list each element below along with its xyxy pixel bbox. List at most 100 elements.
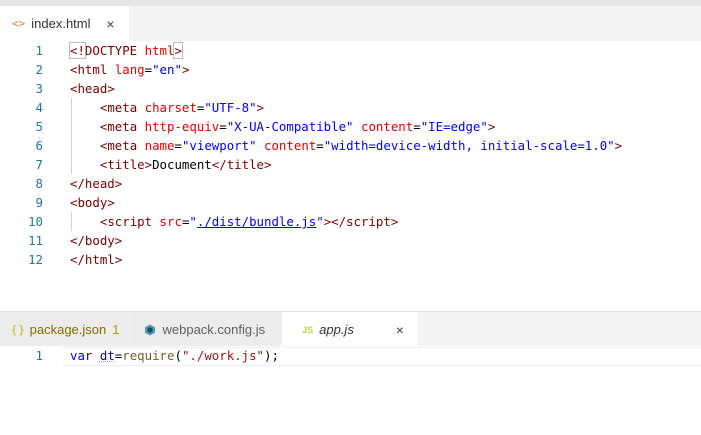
code-token: "viewport" <box>181 138 257 153</box>
code-token: body <box>84 233 115 248</box>
code-token: "X-UA-Compatible" <box>226 119 354 134</box>
code-line[interactable]: 9 <body> <box>0 193 701 212</box>
line-number: 4 <box>35 100 43 115</box>
code-token: > <box>114 176 123 191</box>
code-text: <script src="./dist/bundle.js"></script> <box>70 212 398 231</box>
code-token: html <box>84 252 115 267</box>
code-token: script <box>346 214 391 229</box>
code-link[interactable]: ./dist/bundle.js <box>197 214 316 229</box>
code-line[interactable]: 2 <html lang="en"> <box>0 60 701 79</box>
code-token: <! <box>69 42 86 59</box>
code-token: > <box>173 42 183 59</box>
tab-package-json[interactable]: { } package.json 1 <box>0 312 131 347</box>
line-number: 1 <box>35 348 43 363</box>
code-text: <body> <box>70 193 115 212</box>
code-token: > <box>256 100 264 115</box>
code-text: <meta charset="UTF-8"> <box>70 98 264 117</box>
tab-webpack-config[interactable]: webpack.config.js <box>130 312 283 347</box>
code-token: body <box>77 195 108 210</box>
code-token: var <box>70 348 93 363</box>
code-text: <html lang="en"> <box>70 60 189 79</box>
code-line[interactable]: 1 var dt=require("./work.js"); <box>0 346 701 365</box>
code-token: = <box>144 62 153 77</box>
code-token: lang <box>114 62 145 77</box>
code-line[interactable]: 5 <meta http-equiv="X-UA-Compatible" con… <box>0 117 701 136</box>
code-line[interactable]: 12 </html> <box>0 250 701 269</box>
code-token: charset <box>144 100 197 115</box>
code-text: </html> <box>70 250 122 269</box>
line-number: 2 <box>35 62 43 77</box>
code-token: script <box>107 214 153 229</box>
code-token: html <box>144 43 175 58</box>
code-text: <head> <box>70 79 115 98</box>
code-token: > <box>114 252 123 267</box>
code-line[interactable]: 1 <!DOCTYPE html> <box>0 41 701 60</box>
code-token: name <box>144 138 175 153</box>
tab-label: app.js <box>319 322 354 337</box>
code-line[interactable]: 4 <meta charset="UTF-8"> <box>0 98 701 117</box>
tab-index-html[interactable]: <> index.html × <box>0 6 130 41</box>
code-token: DOCTYPE <box>84 43 138 58</box>
code-line[interactable]: 7 <title>Document</title> <box>0 155 701 174</box>
code-token: "width=device-width, initial-scale=1.0" <box>323 138 615 153</box>
code-token: http-equiv <box>144 119 220 134</box>
code-token: content <box>264 138 317 153</box>
code-text: <!DOCTYPE html> <box>69 41 183 60</box>
tab-label: package.json <box>29 322 107 337</box>
code-token: " <box>316 214 324 229</box>
js-file-icon: JS <box>302 324 314 335</box>
code-token: Document <box>152 157 212 172</box>
code-token: > <box>264 157 272 172</box>
editor-tabbar-top: <> index.html × <box>0 6 701 41</box>
problem-count-badge: 1 <box>112 322 120 337</box>
code-token: = <box>174 138 182 153</box>
line-number: 5 <box>35 119 43 134</box>
code-token: "en" <box>152 62 182 77</box>
code-text: <meta name="viewport" content="width=dev… <box>70 136 622 155</box>
code-line[interactable]: 10 <script src="./dist/bundle.js"></scri… <box>0 212 701 231</box>
line-number: 3 <box>35 81 43 96</box>
line-number: 7 <box>35 157 43 172</box>
code-line[interactable]: 11 </body> <box>0 231 701 250</box>
code-token: src <box>159 214 182 229</box>
code-token: meta <box>107 100 138 115</box>
code-token: </ <box>70 176 85 191</box>
code-token: "./work.js" <box>181 348 264 363</box>
code-text: </body> <box>70 231 122 250</box>
editor-tabbar-bottom: { } package.json 1 webpack.config.js JS … <box>0 311 701 347</box>
close-icon[interactable]: × <box>392 322 408 338</box>
code-token: > <box>487 119 496 134</box>
html-file-icon: <> <box>12 17 26 30</box>
code-token: ( <box>174 348 182 363</box>
code-token: content <box>361 119 414 134</box>
code-line[interactable]: 3 <head> <box>0 79 701 98</box>
code-token: > <box>614 138 623 153</box>
editor-index-html[interactable]: 1 <!DOCTYPE html> 2 <html lang="en"> 3 <head>… <box>0 41 701 311</box>
code-token: "UTF-8" <box>204 100 257 115</box>
code-token: dt <box>99 348 115 363</box>
code-token: </ <box>331 214 347 229</box>
json-braces-icon: { } <box>12 323 24 336</box>
code-line[interactable]: 8 </head> <box>0 174 701 193</box>
line-number: 8 <box>35 176 43 191</box>
code-line[interactable]: 6 <meta name="viewport" content="width=d… <box>0 136 701 155</box>
code-token: > <box>107 81 115 96</box>
code-token: = <box>413 119 421 134</box>
code-token: meta <box>107 119 138 134</box>
line-number: 6 <box>35 138 43 153</box>
editor-app-js[interactable]: 1 var dt=require("./work.js"); <box>0 346 701 435</box>
tab-app-js[interactable]: JS app.js × <box>282 312 419 347</box>
code-token: ); <box>264 348 279 363</box>
close-icon[interactable]: × <box>103 16 119 32</box>
line-number: 1 <box>35 43 43 58</box>
